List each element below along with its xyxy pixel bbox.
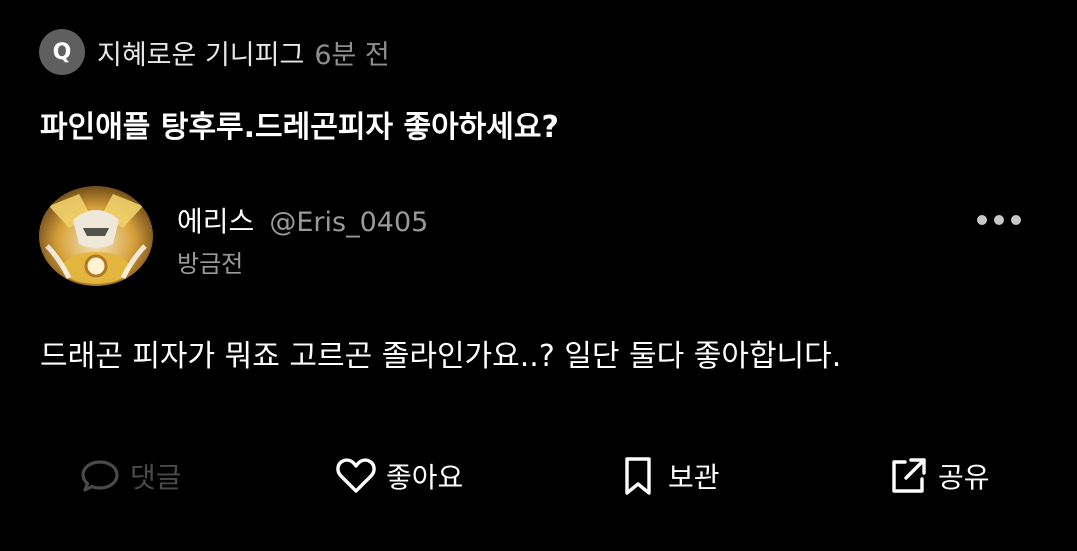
share-button[interactable]: 공유 [886,448,990,504]
more-options-button[interactable] [977,208,1021,232]
heart-icon [334,454,378,498]
like-label: 좋아요 [386,461,464,494]
asker-name[interactable]: 지혜로운 기니피그 [97,33,304,72]
question-badge: Q [39,29,85,75]
comment-bubble-icon [78,454,122,498]
author-line: 에리스 @Eris_0405 [177,200,428,240]
save-button[interactable]: 보관 [616,448,720,504]
action-bar: 댓글 좋아요 보관 공유 [0,448,1077,504]
answer-timestamp: 방금전 [177,250,244,278]
author-handle[interactable]: @Eris_0405 [269,207,428,238]
more-horizontal-icon [977,215,987,225]
answer-header: 에리스 @Eris_0405 방금전 [39,186,1039,286]
save-label: 보관 [668,461,720,494]
question-timestamp: 6분 전 [314,39,390,71]
like-button[interactable]: 좋아요 [334,448,463,504]
share-external-icon [886,454,930,498]
share-label: 공유 [938,461,990,494]
bookmark-icon [616,454,660,498]
more-horizontal-icon [994,215,1004,225]
more-horizontal-icon [1011,215,1021,225]
comment-label: 댓글 [130,461,182,494]
answer-text: 드래곤 피자가 뭐죠 고르곤 졸라인가요..? 일단 둘다 좋아합니다. [40,339,842,374]
avatar-image [39,186,153,286]
comment-button[interactable]: 댓글 [78,448,182,504]
question-text: 파인애플 탕후루.드레곤피자 좋아하세요? [40,110,559,145]
author-name[interactable]: 에리스 [177,205,254,238]
question-header: Q 지혜로운 기니피그 6분 전 [39,29,390,75]
avatar[interactable] [39,186,153,286]
